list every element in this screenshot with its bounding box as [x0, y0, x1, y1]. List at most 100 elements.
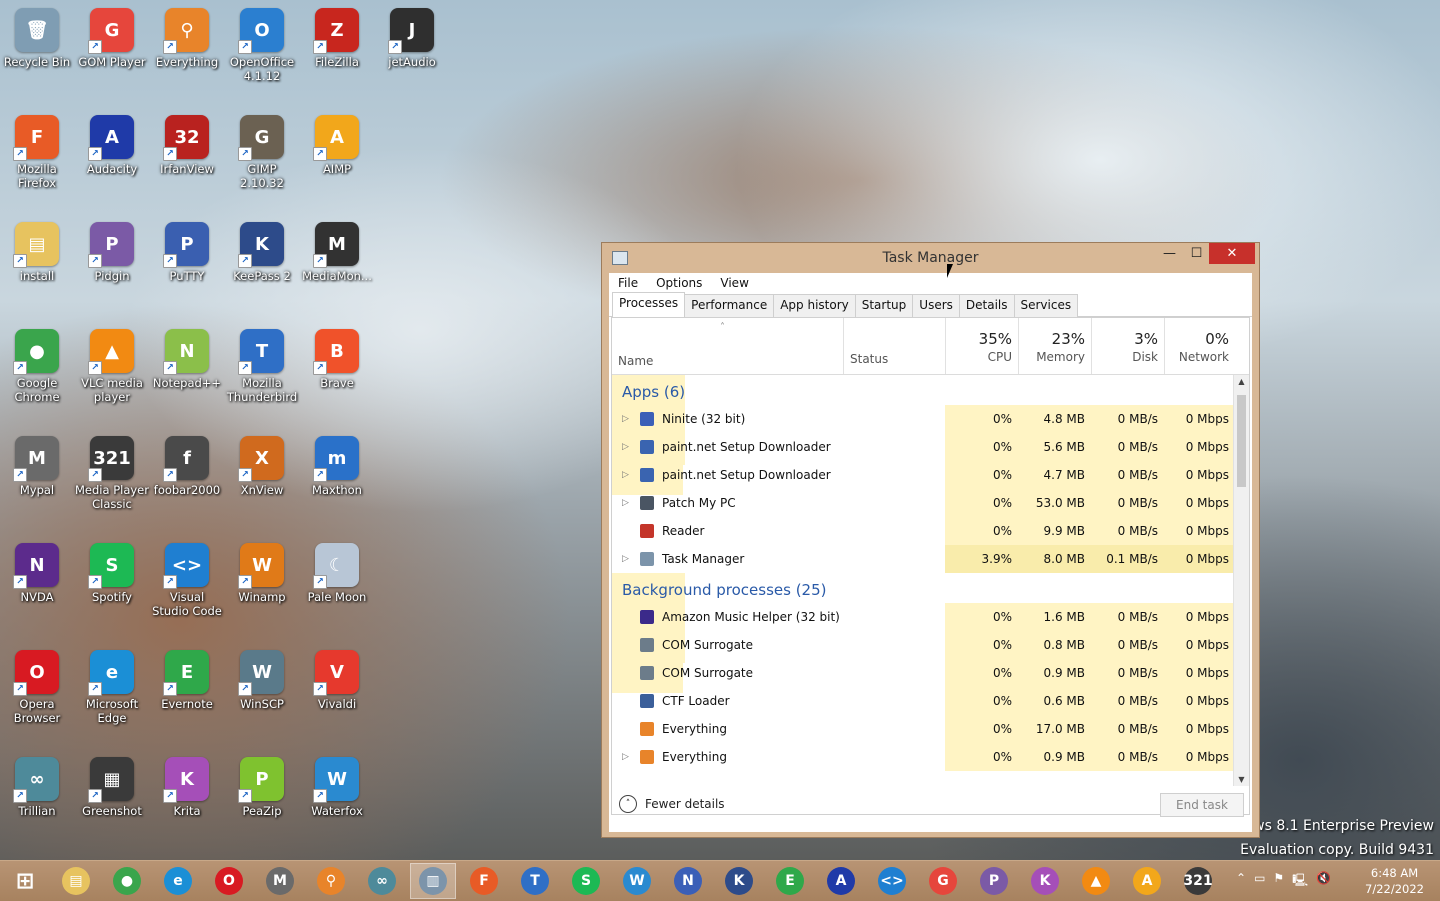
taskbar-file-explorer[interactable]: ▤ — [53, 863, 99, 899]
taskbar-chrome[interactable]: ● — [104, 863, 150, 899]
desktop-icon-pale-moon[interactable]: ☾ ↗ Pale Moon — [300, 543, 374, 604]
desktop-icon-aimp[interactable]: A ↗ AIMP — [300, 115, 374, 176]
tray-display-icon[interactable]: ▭ — [1254, 871, 1265, 892]
taskbar-trillian[interactable]: ∞ — [359, 863, 405, 899]
tray-volume-muted-icon[interactable]: 🔇 — [1316, 871, 1331, 892]
desktop-icon-google-chrome[interactable]: ● ↗ Google Chrome — [0, 329, 74, 404]
taskbar-keepass[interactable]: K — [716, 863, 762, 899]
desktop-icon-microsoft-edge[interactable]: e ↗ Microsoft Edge — [75, 650, 149, 725]
menu-view[interactable]: View — [711, 273, 757, 294]
desktop-icon-greenshot[interactable]: ▦ ↗ Greenshot — [75, 757, 149, 818]
process-row[interactable]: ▷ paint.net Setup Downloader 0% 4.7 MB 0 MB/… — [612, 461, 1235, 489]
desktop-icon-install[interactable]: ▤ ↗ install — [0, 222, 74, 283]
desktop-icon-everything[interactable]: ⚲ ↗ Everything — [150, 8, 224, 69]
taskbar-start[interactable]: ⊞ — [2, 863, 48, 899]
taskbar-task-manager[interactable]: ▥ — [410, 863, 456, 899]
desktop-icon-brave[interactable]: B ↗ Brave — [300, 329, 374, 390]
tab-users[interactable]: Users — [912, 294, 960, 317]
tray-overflow-icon[interactable]: ⌃ — [1236, 871, 1246, 892]
desktop-icon-irfanview[interactable]: 32 ↗ IrfanView — [150, 115, 224, 176]
menu-file[interactable]: File — [609, 273, 647, 294]
tray-flag-icon[interactable]: ⚑ — [1273, 871, 1284, 892]
taskbar-evernote[interactable]: E — [767, 863, 813, 899]
desktop-icon-gimp-2-10-32[interactable]: G ↗ GIMP 2.10.32 — [225, 115, 299, 190]
tab-startup[interactable]: Startup — [854, 294, 914, 317]
process-row[interactable]: COM Surrogate 0% 0.9 MB 0 MB/s 0 Mbps — [612, 659, 1235, 687]
fewer-details-button[interactable]: ˄ Fewer details — [619, 795, 725, 813]
desktop-icon-openoffice-4-1-12[interactable]: O ↗ OpenOffice 4.1.12 — [225, 8, 299, 83]
taskbar-media-player-classic[interactable]: 321 — [1175, 863, 1221, 899]
column-disk[interactable]: 3% Disk — [1091, 318, 1164, 374]
tab-details[interactable]: Details — [958, 294, 1015, 317]
taskbar-mypal[interactable]: M — [257, 863, 303, 899]
desktop-icon-winamp[interactable]: W ↗ Winamp — [225, 543, 299, 604]
desktop-icon-krita[interactable]: K ↗ Krita — [150, 757, 224, 818]
desktop-icon-winscp[interactable]: W ↗ WinSCP — [225, 650, 299, 711]
desktop-icon-vivaldi[interactable]: V ↗ Vivaldi — [300, 650, 374, 711]
process-row[interactable]: ▷ Everything 0% 0.9 MB 0 MB/s 0 Mbps — [612, 743, 1235, 771]
taskbar-everything[interactable]: ⚲ — [308, 863, 354, 899]
desktop-icon-filezilla[interactable]: Z ↗ FileZilla — [300, 8, 374, 69]
desktop-icon-keepass-2[interactable]: K ↗ KeePass 2 — [225, 222, 299, 283]
process-row[interactable]: ▷ Task Manager 3.9% 8.0 MB 0.1 MB/s 0 Mbps — [612, 545, 1235, 573]
taskbar-edge[interactable]: e — [155, 863, 201, 899]
tray-network-icon[interactable]: 🖳 — [1292, 871, 1308, 892]
desktop-icon-mediamon[interactable]: M ↗ MediaMon... — [300, 222, 374, 283]
desktop-icon-xnview[interactable]: X ↗ XnView — [225, 436, 299, 497]
taskbar-ninite[interactable]: N — [665, 863, 711, 899]
expand-arrow-icon[interactable]: ▷ — [622, 461, 629, 489]
vertical-scrollbar[interactable]: ▲ ▼ — [1233, 375, 1249, 786]
tab-processes[interactable]: Processes — [612, 292, 686, 317]
expand-arrow-icon[interactable]: ▷ — [622, 545, 629, 573]
taskbar-vscode[interactable]: <> — [869, 863, 915, 899]
maximize-button[interactable]: ☐ — [1182, 243, 1211, 264]
process-row[interactable]: ▷ Ninite (32 bit) 0% 4.8 MB 0 MB/s 0 Mbps — [612, 405, 1235, 433]
tab-app-history[interactable]: App history — [773, 294, 856, 317]
desktop-icon-spotify[interactable]: S ↗ Spotify — [75, 543, 149, 604]
expand-arrow-icon[interactable]: ▷ — [622, 433, 629, 461]
taskbar-thunderbird[interactable]: T — [512, 863, 558, 899]
group-header[interactable]: Background processes (25) — [612, 573, 1235, 693]
taskbar-firefox[interactable]: F — [461, 863, 507, 899]
process-row[interactable]: CTF Loader 0% 0.6 MB 0 MB/s 0 Mbps — [612, 687, 1235, 715]
desktop-icon-mozilla-firefox[interactable]: F ↗ Mozilla Firefox — [0, 115, 74, 190]
process-row[interactable]: COM Surrogate 0% 0.8 MB 0 MB/s 0 Mbps — [612, 631, 1235, 659]
desktop-icon-media-player-classic[interactable]: 321 ↗ Media Player Classic — [75, 436, 149, 511]
desktop-icon-nvda[interactable]: N ↗ NVDA — [0, 543, 74, 604]
desktop-icon-notepad[interactable]: N ↗ Notepad++ — [150, 329, 224, 390]
window-titlebar[interactable]: Task Manager — ☐ ✕ — [602, 243, 1259, 273]
process-row[interactable]: Reader 0% 9.9 MB 0 MB/s 0 Mbps — [612, 517, 1235, 545]
desktop-icon-foobar2000[interactable]: f ↗ foobar2000 — [150, 436, 224, 497]
desktop-icon-peazip[interactable]: P ↗ PeaZip — [225, 757, 299, 818]
desktop-icon-recycle-bin[interactable]: 🗑 Recycle Bin — [0, 8, 74, 69]
desktop-icon-visual-studio-code[interactable]: <> ↗ Visual Studio Code — [150, 543, 224, 618]
taskbar-pidgin[interactable]: P — [971, 863, 1017, 899]
tab-performance[interactable]: Performance — [684, 294, 775, 317]
desktop-icon-audacity[interactable]: A ↗ Audacity — [75, 115, 149, 176]
process-row[interactable]: Everything 0% 17.0 MB 0 MB/s 0 Mbps — [612, 715, 1235, 743]
process-row[interactable]: Amazon Music Helper (32 bit) 0% 1.6 MB 0 MB… — [612, 603, 1235, 631]
desktop-icon-mypal[interactable]: M ↗ Mypal — [0, 436, 74, 497]
desktop-icon-trillian[interactable]: ∞ ↗ Trillian — [0, 757, 74, 818]
desktop-icon-opera-browser[interactable]: O ↗ Opera Browser — [0, 650, 74, 725]
taskbar-krita[interactable]: K — [1022, 863, 1068, 899]
taskbar-waterfox[interactable]: W — [614, 863, 660, 899]
column-name[interactable]: Name — [618, 354, 653, 368]
expand-arrow-icon[interactable]: ▷ — [622, 743, 629, 771]
taskbar-audacity[interactable]: A — [818, 863, 864, 899]
process-row[interactable]: ▷ paint.net Setup Downloader 0% 5.6 MB 0 MB/… — [612, 433, 1235, 461]
desktop-icon-jetaudio[interactable]: J ↗ jetAudio — [375, 8, 449, 69]
scroll-up-icon[interactable]: ▲ — [1234, 377, 1249, 386]
column-network[interactable]: 0% Network — [1164, 318, 1235, 374]
menu-options[interactable]: Options — [647, 273, 711, 294]
column-memory[interactable]: 23% Memory — [1018, 318, 1091, 374]
taskbar-opera[interactable]: O — [206, 863, 252, 899]
minimize-button[interactable]: — — [1155, 243, 1184, 264]
taskbar-spotify[interactable]: S — [563, 863, 609, 899]
taskbar-aimp[interactable]: A — [1124, 863, 1170, 899]
desktop-icon-gom-player[interactable]: G ↗ GOM Player — [75, 8, 149, 69]
end-task-button[interactable]: End task — [1160, 793, 1244, 817]
process-row[interactable]: ▷ Patch My PC 0% 53.0 MB 0 MB/s 0 Mbps — [612, 489, 1235, 517]
scroll-thumb[interactable] — [1237, 395, 1246, 487]
clock[interactable]: 6:48 AM 7/22/2022 — [1365, 865, 1424, 897]
